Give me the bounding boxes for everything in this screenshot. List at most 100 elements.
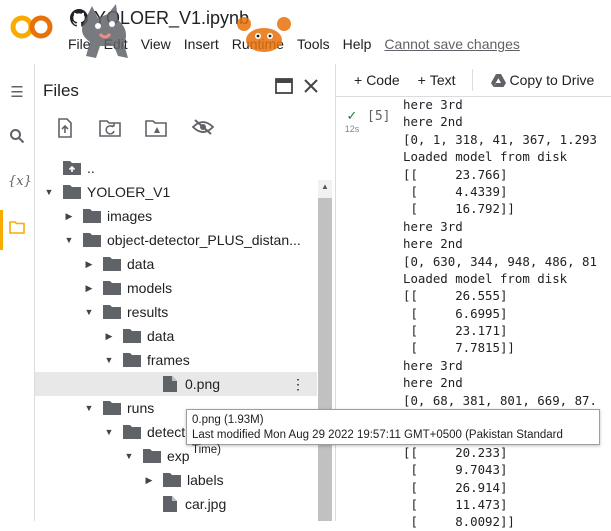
expand-down-icon[interactable]: ▼ xyxy=(63,235,75,245)
file-icon xyxy=(163,376,177,392)
expand-down-icon[interactable]: ▼ xyxy=(83,307,95,317)
file-tree-folder-row[interactable]: ▶ models xyxy=(35,276,317,300)
search-icon[interactable] xyxy=(8,128,26,146)
file-tree-folder-row[interactable]: ▼ frames xyxy=(35,348,317,372)
file-tree-folder-row[interactable]: ▼ YOLOER_V1 xyxy=(35,180,317,204)
more-options-icon[interactable]: ⋮ xyxy=(291,376,305,393)
output-line: [ 16.792]] xyxy=(403,201,515,217)
add-text-button[interactable]: + Text xyxy=(418,72,456,88)
folder-icon xyxy=(103,257,121,271)
file-tree-label: car.jpg xyxy=(185,496,227,512)
file-tree-file-row[interactable]: car.jpg xyxy=(35,492,317,516)
folder-icon xyxy=(83,209,101,223)
cell-status: ✓ 12s xyxy=(340,108,364,134)
files-folder-icon[interactable] xyxy=(8,220,26,238)
scrollbar-thumb[interactable] xyxy=(318,198,332,521)
table-of-contents-icon[interactable]: ☰ xyxy=(8,84,26,102)
expand-down-icon[interactable]: ▼ xyxy=(103,427,115,437)
folder-icon xyxy=(103,305,121,319)
expand-down-icon[interactable]: ▼ xyxy=(103,355,115,365)
file-tree-file-row[interactable]: 0.png ⋮ xyxy=(35,372,317,396)
expand-right-icon[interactable]: ▶ xyxy=(83,259,95,270)
file-tree-label: runs xyxy=(127,400,155,416)
output-line: [0, 68, 381, 801, 669, 87. xyxy=(403,392,597,408)
drive-icon xyxy=(490,73,506,87)
menu-view[interactable]: View xyxy=(141,36,171,52)
expand-down-icon[interactable]: ▼ xyxy=(83,403,95,413)
close-icon[interactable] xyxy=(301,78,321,98)
expand-down-icon[interactable]: ▼ xyxy=(43,187,55,197)
output-line: Loaded model from disk xyxy=(403,270,568,286)
variables-icon[interactable]: {x} xyxy=(8,173,32,191)
add-code-label: Code xyxy=(366,72,400,88)
expand-right-icon[interactable]: ▶ xyxy=(143,475,155,486)
output-line: here 3rd xyxy=(403,218,463,234)
file-tree-label: 0.png xyxy=(185,376,221,392)
tooltip-filename: 0.png (1.93M) xyxy=(192,414,264,426)
folder-icon xyxy=(123,329,141,343)
file-tree-label: detect xyxy=(147,424,186,440)
scroll-up-arrow[interactable]: ▲ xyxy=(318,180,332,194)
hide-files-icon[interactable] xyxy=(191,118,215,140)
file-tooltip: 0.png (1.93M) Last modified Mon Aug 29 2… xyxy=(186,409,600,456)
add-text-label: Text xyxy=(429,72,456,88)
file-tree-label: .. xyxy=(87,160,95,176)
refresh-folder-icon[interactable] xyxy=(99,118,121,140)
plus-icon: + xyxy=(354,72,363,88)
file-tree-label: labels xyxy=(187,472,224,488)
output-line: [ 9.7043] xyxy=(403,462,508,478)
file-tree-label: exp xyxy=(167,448,190,464)
folder-icon xyxy=(83,233,101,247)
mount-drive-icon[interactable] xyxy=(145,118,167,140)
files-panel-title: Files xyxy=(43,81,79,100)
open-in-tab-icon[interactable] xyxy=(274,78,294,98)
expand-right-icon[interactable]: ▶ xyxy=(63,211,75,222)
file-tree-label: results xyxy=(127,304,169,320)
dog-mascot-image xyxy=(82,4,128,58)
menu-help[interactable]: Help xyxy=(343,36,372,52)
folder-icon xyxy=(143,449,161,463)
output-line: [[ 23.766] xyxy=(403,166,508,182)
file-tree-folder-row[interactable]: ▶ images xyxy=(35,204,317,228)
file-tree-folder-row[interactable]: ▼ results xyxy=(35,300,317,324)
copy-to-drive-label: Copy to Drive xyxy=(509,72,595,88)
file-tree-label: frames xyxy=(147,352,190,368)
upload-file-icon[interactable] xyxy=(55,118,77,140)
output-line: here 3rd xyxy=(403,357,463,373)
notebook-toolbar: + Code + Text Copy to Drive xyxy=(336,64,611,97)
menu-insert[interactable]: Insert xyxy=(184,36,219,52)
file-tree-label: data xyxy=(127,256,155,272)
folder-icon xyxy=(63,185,81,199)
save-warning-link[interactable]: Cannot save changes xyxy=(384,36,519,52)
folder-up-icon xyxy=(63,161,81,175)
output-line: [ 4.4339] xyxy=(403,183,508,199)
file-tree-folder-row[interactable]: ▼ object-detector_PLUS_distan... xyxy=(35,228,317,252)
file-tree-label: data xyxy=(147,328,175,344)
folder-icon xyxy=(123,425,141,439)
file-icon xyxy=(163,496,177,512)
file-tree-label: YOLOER_V1 xyxy=(87,184,171,200)
cell-output: here 3rd here 2nd [0, 1, 318, 41, 367, 1.2… xyxy=(403,96,611,531)
output-line: here 3rd xyxy=(403,97,463,112)
expand-down-icon[interactable]: ▼ xyxy=(123,451,135,461)
add-code-button[interactable]: + Code xyxy=(354,72,400,88)
file-tree-folder-row[interactable]: ▶ data xyxy=(35,324,317,348)
file-tree-folder-row[interactable]: ▶ data xyxy=(35,252,317,276)
output-line: [[ 26.555] xyxy=(403,288,508,304)
menu-tools[interactable]: Tools xyxy=(297,36,330,52)
folder-icon xyxy=(103,281,121,295)
output-line: [ 8.0092]] xyxy=(403,514,515,530)
crab-mascot-image xyxy=(237,17,291,52)
file-tree-folder-row[interactable]: ▶ labels xyxy=(35,468,317,492)
exec-time: 12s xyxy=(344,124,360,134)
copy-to-drive-button[interactable]: Copy to Drive xyxy=(490,72,595,88)
cell-execution-count[interactable]: [5] xyxy=(367,109,390,124)
left-sidebar-strip: ☰ {x} xyxy=(0,64,35,521)
expand-right-icon[interactable]: ▶ xyxy=(103,331,115,342)
output-line: here 2nd xyxy=(403,236,463,252)
colab-logo xyxy=(10,15,53,39)
file-tree-folder-row[interactable]: .. xyxy=(35,156,317,180)
output-line: Loaded model from disk xyxy=(403,149,568,165)
output-line: here 2nd xyxy=(403,114,463,130)
expand-right-icon[interactable]: ▶ xyxy=(83,283,95,294)
